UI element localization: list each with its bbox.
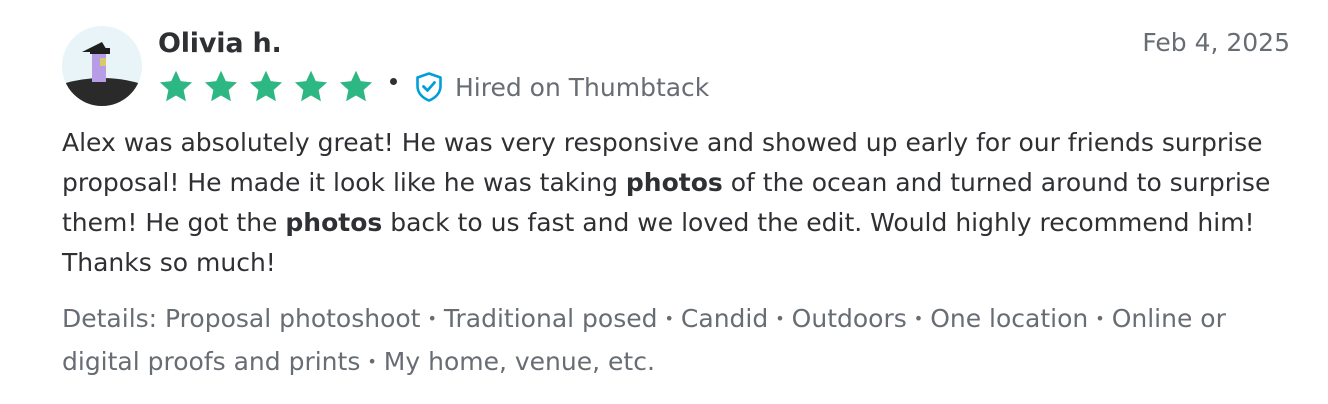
detail-item: Outdoors — [791, 304, 907, 333]
star-icon — [159, 70, 193, 102]
review-details: Details: Proposal photoshoot • Traditional… — [62, 299, 1290, 385]
star-rating — [158, 69, 374, 105]
hired-label: Hired on Thumbtack — [455, 72, 710, 102]
bullet-separator: • — [913, 309, 924, 328]
detail-item: Traditional posed — [443, 304, 658, 333]
bullet-separator: • — [427, 309, 437, 328]
star-icon — [339, 70, 373, 102]
detail-item: My home, venue, etc. — [383, 347, 655, 376]
detail-item: One location — [930, 304, 1089, 333]
separator-dot — [390, 77, 397, 85]
details-label: Details: — [62, 304, 166, 333]
reviewer-name: Olivia h. — [158, 28, 282, 59]
star-icon — [204, 70, 238, 102]
bullet-separator: • — [775, 309, 785, 328]
verified-shield-icon — [416, 72, 442, 102]
review-card: Olivia h. Feb 4, 2025 Hired on Thumbtack… — [62, 26, 1290, 385]
bullet-separator: • — [664, 309, 674, 328]
avatar — [62, 26, 142, 106]
avatar-illustration — [62, 26, 142, 106]
review-text: Alex was absolutely great! He was very r… — [62, 123, 1290, 283]
rating-row: Hired on Thumbtack — [158, 68, 709, 106]
highlight-keyword: photos — [625, 168, 723, 197]
bullet-separator: • — [1095, 309, 1105, 328]
hired-badge: Hired on Thumbtack — [415, 72, 709, 102]
detail-item: Candid — [680, 304, 769, 333]
detail-item: Proposal photoshoot — [165, 304, 421, 333]
highlight-keyword: photos — [285, 208, 383, 237]
star-icon — [249, 70, 283, 102]
star-icon — [294, 70, 328, 102]
bullet-separator: • — [367, 352, 377, 371]
review-header: Olivia h. Feb 4, 2025 Hired on Thumbtack — [62, 26, 1290, 108]
review-date: Feb 4, 2025 — [1142, 28, 1290, 57]
